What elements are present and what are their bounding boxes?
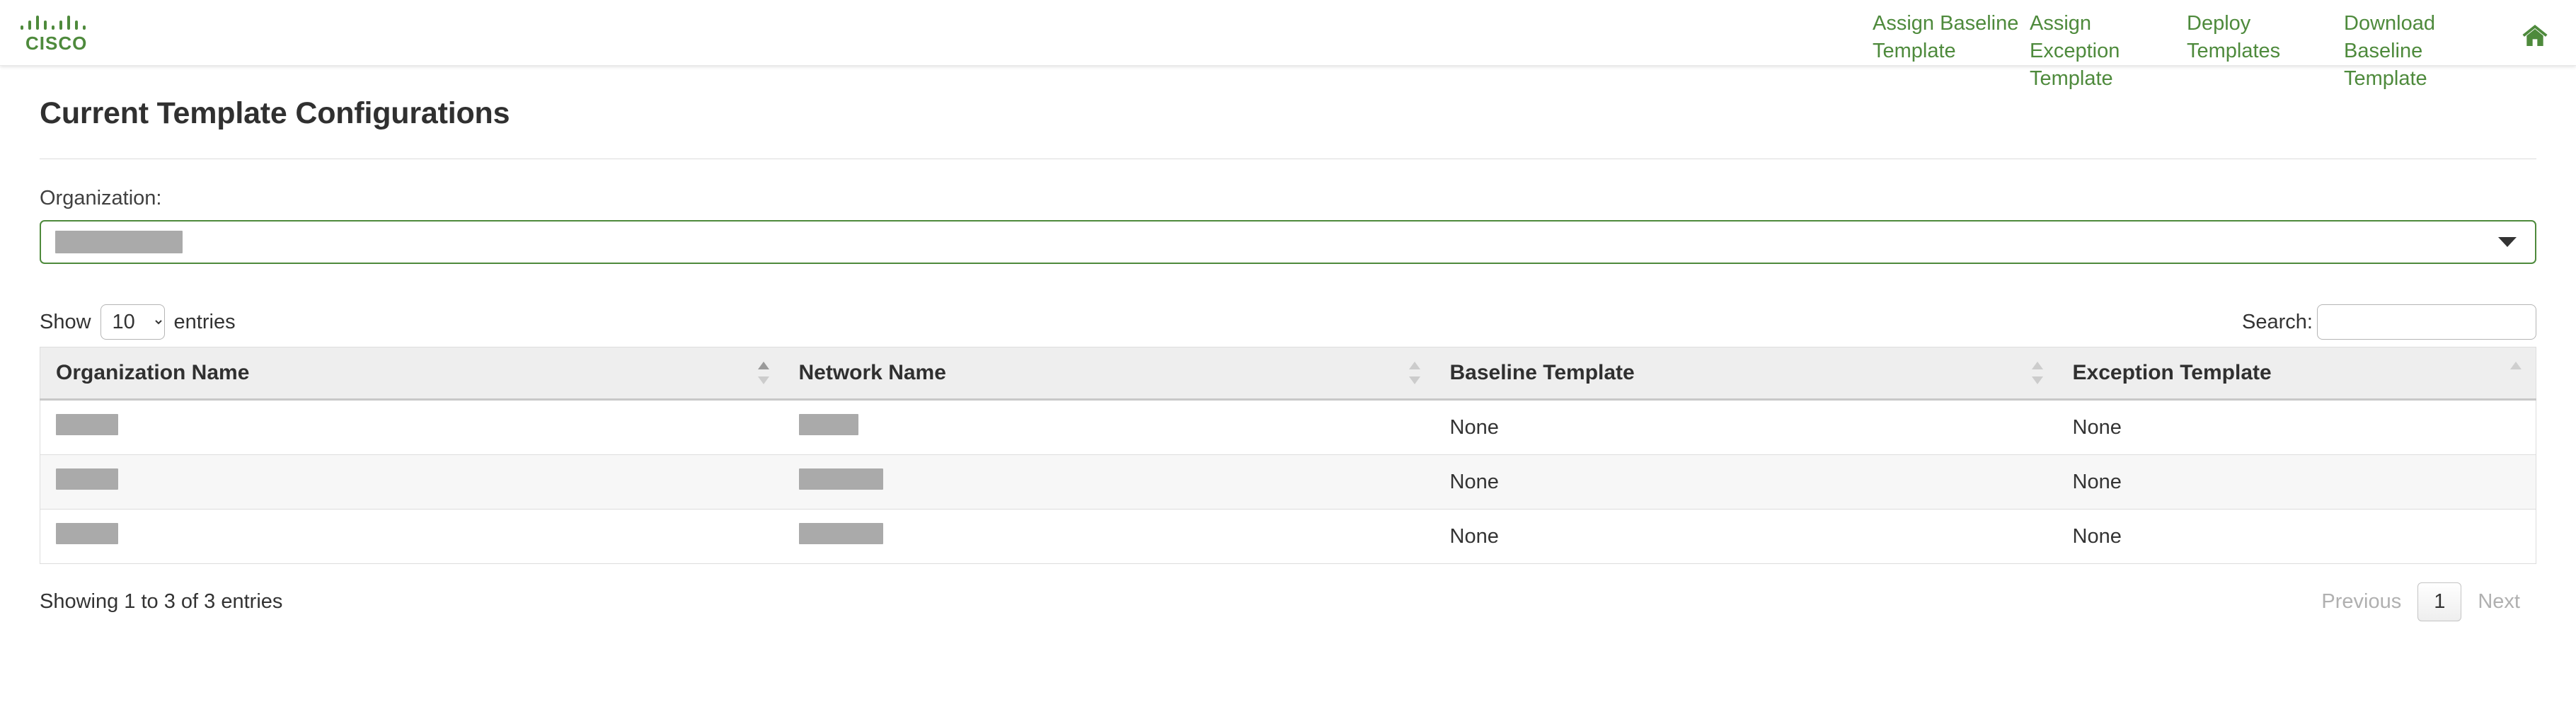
network-name-redacted <box>798 414 858 435</box>
nav-link-line2: Template <box>1873 40 1956 62</box>
sort-asc-icon <box>2031 362 2043 369</box>
nav-link-line1: Deploy <box>2187 12 2251 35</box>
nav-link-line1: Assign Exception <box>2030 12 2120 62</box>
sort-asc-icon <box>757 362 769 369</box>
pagination-next[interactable]: Next <box>2461 582 2536 621</box>
organization-selected-value-redacted <box>55 231 183 253</box>
sort-arrows-icon <box>1408 359 1420 387</box>
column-label: Exception Template <box>2072 361 2272 384</box>
table-row[interactable]: None None <box>40 509 2536 564</box>
svg-text:CISCO: CISCO <box>25 33 87 54</box>
organization-field: Organization: <box>40 187 2536 264</box>
cell-baseline-template: None <box>1434 509 2057 564</box>
cell-network-name <box>783 399 1434 455</box>
sort-desc-icon <box>1408 376 1420 384</box>
organization-select[interactable] <box>40 220 2536 264</box>
nav-link-line1: Assign Baseline <box>1873 12 2019 35</box>
cell-organization-name <box>40 454 783 510</box>
search-input[interactable] <box>2317 304 2536 340</box>
column-header-baseline-template[interactable]: Baseline Template <box>1434 347 2057 401</box>
cell-network-name <box>783 509 1434 564</box>
search-label: Search: <box>2242 310 2313 333</box>
sort-desc-icon <box>2031 376 2043 384</box>
organization-name-redacted <box>56 468 118 490</box>
sort-asc-icon <box>1408 362 1420 369</box>
entries-label: entries <box>173 310 236 333</box>
cell-exception-template: None <box>2057 454 2536 510</box>
sort-arrows-icon <box>2031 359 2043 387</box>
nav-assign-exception-template[interactable]: Assign Exception Template <box>2030 10 2187 93</box>
top-header: CISCO Assign Baseline Template Assign Ex… <box>0 0 2576 90</box>
table-row[interactable]: None None <box>40 454 2536 510</box>
network-name-redacted <box>798 468 883 490</box>
show-label: Show <box>40 310 91 333</box>
column-header-network-name[interactable]: Network Name <box>783 347 1434 401</box>
nav-download-baseline-template[interactable]: Download Baseline Template <box>2344 10 2507 93</box>
page-container: Current Template Configurations Organiza… <box>0 66 2576 621</box>
cell-organization-name <box>40 399 783 455</box>
sort-desc-icon <box>757 376 769 384</box>
home-button[interactable] <box>2507 10 2563 50</box>
search-control: Search: <box>2242 304 2536 340</box>
header-nav: Assign Baseline Template Assign Exceptio… <box>1873 0 2576 93</box>
table-head: Organization Name Network Name Baseline … <box>40 347 2536 401</box>
column-header-exception-template[interactable]: Exception Template <box>2057 347 2536 401</box>
page-length-select[interactable]: 10 25 50 100 <box>100 304 165 340</box>
table-controls: Show 10 25 50 100 entries Search: <box>40 304 2536 340</box>
table-row[interactable]: None None <box>40 399 2536 455</box>
organization-name-redacted <box>56 523 118 544</box>
cell-exception-template: None <box>2057 399 2536 455</box>
column-label: Organization Name <box>56 361 250 384</box>
table-footer: Showing 1 to 3 of 3 entries Previous 1 N… <box>40 582 2536 621</box>
nav-link-line2: Template <box>2030 67 2113 90</box>
cell-network-name <box>783 454 1434 510</box>
pagination-previous[interactable]: Previous <box>2305 582 2417 621</box>
page-length-control: Show 10 25 50 100 entries <box>40 304 236 340</box>
sort-asc-icon <box>2510 362 2522 369</box>
nav-deploy-templates[interactable]: Deploy Templates <box>2187 10 2344 65</box>
pagination: Previous 1 Next <box>2305 582 2536 621</box>
sort-arrows-icon <box>2510 359 2522 387</box>
home-icon <box>2522 25 2548 46</box>
cell-organization-name <box>40 509 783 564</box>
template-configurations-table: Organization Name Network Name Baseline … <box>40 347 2536 564</box>
sort-arrows-icon <box>757 359 769 387</box>
column-label: Network Name <box>798 361 946 384</box>
nav-link-line2: Template <box>2344 67 2427 90</box>
organization-label: Organization: <box>40 187 162 209</box>
column-label: Baseline Template <box>1449 361 1635 384</box>
cisco-logo[interactable]: CISCO <box>18 11 96 55</box>
column-header-organization-name[interactable]: Organization Name <box>40 347 783 401</box>
nav-assign-baseline-template[interactable]: Assign Baseline Template <box>1873 10 2030 65</box>
pagination-page-1[interactable]: 1 <box>2417 582 2462 621</box>
table-body: None None None None None None <box>40 399 2536 564</box>
cell-baseline-template: None <box>1434 454 2057 510</box>
nav-link-line1: Download Baseline <box>2344 12 2435 62</box>
network-name-redacted <box>798 523 883 544</box>
cell-exception-template: None <box>2057 509 2536 564</box>
cell-baseline-template: None <box>1434 399 2057 455</box>
chevron-down-icon <box>2498 237 2517 247</box>
table-header-row: Organization Name Network Name Baseline … <box>40 347 2536 401</box>
cisco-logo-icon: CISCO <box>21 16 87 54</box>
nav-link-line2: Templates <box>2187 40 2281 62</box>
table-info: Showing 1 to 3 of 3 entries <box>40 590 283 613</box>
organization-name-redacted <box>56 414 118 435</box>
